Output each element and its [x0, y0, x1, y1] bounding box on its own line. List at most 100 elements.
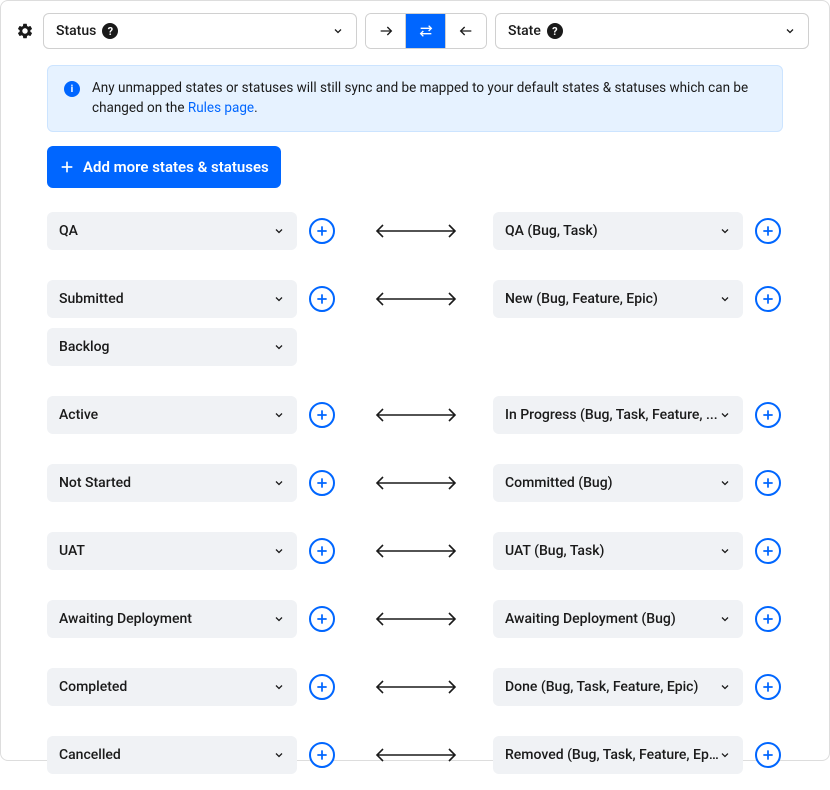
mapping-group: Awaiting Deployment Awaiting Deployment (… — [47, 600, 809, 638]
arrow-left-icon — [458, 23, 474, 39]
double-arrow-icon — [371, 609, 461, 629]
add-mapping-button[interactable] — [755, 286, 781, 312]
add-mapping-button[interactable] — [309, 606, 335, 632]
mapping-connector — [351, 289, 481, 309]
right-status-select[interactable]: New (Bug, Feature, Epic) — [493, 280, 743, 318]
plus-icon — [761, 224, 775, 238]
chevron-down-icon — [273, 341, 285, 353]
right-status-select[interactable]: Awaiting Deployment (Bug) — [493, 600, 743, 638]
plus-icon — [315, 292, 329, 306]
plus-icon — [761, 292, 775, 306]
mapping-row: QA QA (Bug, Task) — [47, 212, 809, 250]
chevron-down-icon — [332, 25, 344, 37]
mapping-group: Completed Done (Bug, Task, Feature, Epic) — [47, 668, 809, 706]
mapping-row: UAT UAT (Bug, Task) — [47, 532, 809, 570]
right-status-select[interactable]: UAT (Bug, Task) — [493, 532, 743, 570]
mapping-row: Backlog — [47, 328, 809, 366]
gear-icon[interactable] — [15, 21, 35, 41]
add-mapping-button[interactable] — [309, 674, 335, 700]
add-mapping-button[interactable] — [309, 402, 335, 428]
add-mapping-button[interactable] — [755, 470, 781, 496]
add-mapping-button[interactable] — [755, 402, 781, 428]
left-status-select[interactable]: UAT — [47, 532, 297, 570]
plus-icon — [315, 748, 329, 762]
add-more-button[interactable]: Add more states & statuses — [47, 146, 281, 188]
right-status-select[interactable]: Removed (Bug, Task, Feature, Ep... — [493, 736, 743, 774]
right-status-label: New (Bug, Feature, Epic) — [505, 291, 658, 307]
rules-page-link[interactable]: Rules page — [188, 100, 254, 116]
double-arrow-icon — [371, 289, 461, 309]
left-status-select[interactable]: Completed — [47, 668, 297, 706]
direction-toggle-group — [365, 13, 487, 49]
left-status-label: QA — [59, 223, 78, 239]
add-more-label: Add more states & statuses — [83, 158, 269, 176]
add-mapping-button[interactable] — [309, 742, 335, 768]
right-status-label: Removed (Bug, Task, Feature, Ep... — [505, 747, 719, 763]
double-arrow-icon — [371, 745, 461, 765]
add-mapping-button[interactable] — [755, 674, 781, 700]
left-status-label: Active — [59, 407, 98, 423]
state-header-select[interactable]: State ? — [495, 13, 809, 49]
chevron-down-icon — [273, 613, 285, 625]
mapping-connector — [351, 405, 481, 425]
add-mapping-button[interactable] — [755, 538, 781, 564]
left-status-select[interactable]: Cancelled — [47, 736, 297, 774]
plus-icon — [59, 159, 75, 175]
mapping-row: Awaiting Deployment Awaiting Deployment (… — [47, 600, 809, 638]
mapping-group: Cancelled Removed (Bug, Task, Feature, Ep… — [47, 736, 809, 774]
right-status-select[interactable]: QA (Bug, Task) — [493, 212, 743, 250]
mapping-group: Not Started Committed (Bug) — [47, 464, 809, 502]
chevron-down-icon — [719, 409, 731, 421]
left-status-select[interactable]: Awaiting Deployment — [47, 600, 297, 638]
arrows-bidirectional-icon — [418, 23, 434, 39]
chevron-down-icon — [273, 749, 285, 761]
plus-icon — [315, 408, 329, 422]
right-status-select[interactable]: Done (Bug, Task, Feature, Epic) — [493, 668, 743, 706]
help-icon[interactable]: ? — [102, 23, 118, 39]
status-header-label: Status — [56, 23, 96, 39]
mapping-row: Submitted New (Bug, Feature, Epic) — [47, 280, 809, 318]
mapping-group: QA QA (Bug, Task) — [47, 212, 809, 250]
left-status-select[interactable]: QA — [47, 212, 297, 250]
status-header-select[interactable]: Status ? — [43, 13, 357, 49]
chevron-down-icon — [719, 545, 731, 557]
left-status-select[interactable]: Backlog — [47, 328, 297, 366]
chevron-down-icon — [273, 477, 285, 489]
double-arrow-icon — [371, 473, 461, 493]
add-mapping-button[interactable] — [309, 218, 335, 244]
left-status-label: UAT — [59, 543, 85, 559]
mapping-connector — [351, 541, 481, 561]
right-status-select[interactable]: Committed (Bug) — [493, 464, 743, 502]
right-status-label: UAT (Bug, Task) — [505, 543, 604, 559]
double-arrow-icon — [371, 541, 461, 561]
add-mapping-button[interactable] — [309, 538, 335, 564]
plus-icon — [315, 544, 329, 558]
chevron-down-icon — [719, 681, 731, 693]
chevron-down-icon — [719, 293, 731, 305]
add-mapping-button[interactable] — [755, 218, 781, 244]
left-status-select[interactable]: Not Started — [47, 464, 297, 502]
direction-right-button[interactable] — [366, 14, 406, 48]
chevron-down-icon — [273, 681, 285, 693]
left-status-label: Backlog — [59, 339, 109, 355]
left-status-select[interactable]: Submitted — [47, 280, 297, 318]
plus-icon — [761, 680, 775, 694]
add-mapping-button[interactable] — [309, 286, 335, 312]
plus-icon — [315, 680, 329, 694]
left-status-select[interactable]: Active — [47, 396, 297, 434]
mapping-connector — [351, 745, 481, 765]
help-icon[interactable]: ? — [547, 23, 563, 39]
right-status-select[interactable]: In Progress (Bug, Task, Feature, ... — [493, 396, 743, 434]
add-mapping-button[interactable] — [755, 742, 781, 768]
left-status-label: Not Started — [59, 475, 131, 491]
double-arrow-icon — [371, 221, 461, 241]
left-status-label: Submitted — [59, 291, 124, 307]
direction-bidirectional-button[interactable] — [406, 14, 446, 48]
double-arrow-icon — [371, 677, 461, 697]
add-mapping-button[interactable] — [755, 606, 781, 632]
mapping-group: Submitted New (Bug, Feature, Epic) Backlog — [47, 280, 809, 366]
chevron-down-icon — [719, 477, 731, 489]
direction-left-button[interactable] — [446, 14, 486, 48]
info-banner: i Any unmapped states or statuses will s… — [47, 65, 783, 132]
add-mapping-button[interactable] — [309, 470, 335, 496]
